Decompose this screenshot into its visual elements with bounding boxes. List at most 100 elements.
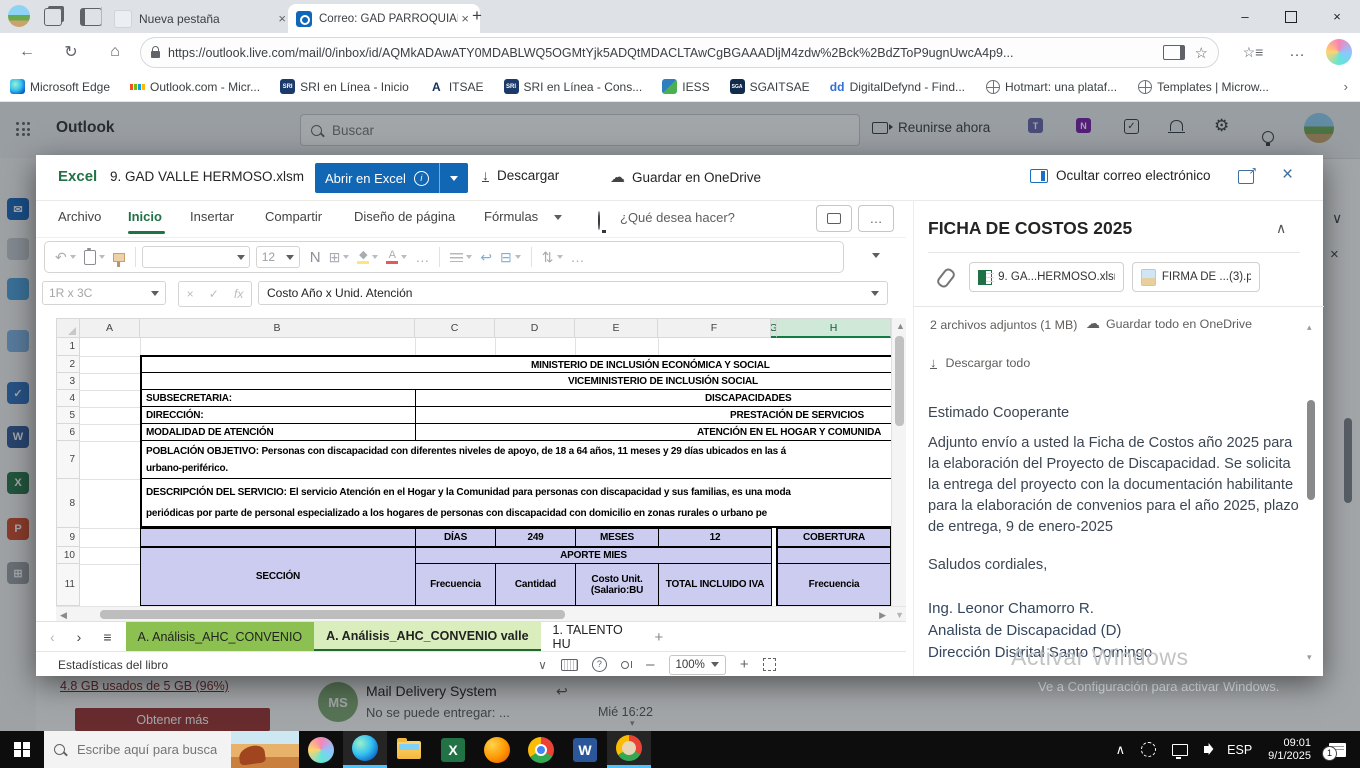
taskbar-word-icon[interactable]: W [563,731,607,768]
font-color-button[interactable]: A [386,250,407,264]
language-indicator[interactable]: ESP [1227,743,1252,757]
bookmark-item[interactable]: Templates | Microw... [1137,79,1269,94]
undo-button[interactable]: ↶ [55,249,76,266]
sheet-tab-3[interactable]: 1. TALENTO HU [541,622,649,652]
zoom-in-icon[interactable]: + [740,656,749,673]
tray-chevron-icon[interactable]: ∧ [1116,742,1126,758]
row-header-6[interactable]: 6 [56,424,80,441]
start-button[interactable] [0,731,44,768]
row-header-3[interactable]: 3 [56,373,80,390]
outlook-search-input[interactable] [330,122,849,139]
row-header-4[interactable]: 4 [56,390,80,407]
hide-email-button[interactable]: Ocultar correo electrónico [1030,168,1211,183]
open-in-excel-button[interactable]: Abrir en Excel [315,163,468,193]
sheet-tab-1[interactable]: A. Análisis_AHC_CONVENIO [126,622,315,652]
sheet-next-icon[interactable]: › [77,629,82,645]
refresh-button[interactable]: ↻ [56,37,86,67]
search-highlight-image[interactable] [231,731,299,768]
bookmark-item[interactable]: Outlook.com - Micr... [130,79,260,94]
zoom-out-icon[interactable]: – [646,656,654,673]
insert-function-icon[interactable]: fx [234,287,243,301]
sheet-prev-icon[interactable]: ‹ [50,629,55,645]
tab-close-icon[interactable]: × [458,11,472,26]
sort-filter-button[interactable]: ⇅ [542,249,563,266]
col-header-E[interactable]: E [575,318,658,338]
scroll-up-icon[interactable]: ▲ [896,321,905,331]
fill-color-button[interactable]: ◆ [357,250,378,264]
email-scrollbar-thumb[interactable] [1307,400,1315,500]
minimize-button[interactable]: – [1222,0,1268,33]
download-button[interactable]: ↓ Descargar [482,168,559,183]
url-field[interactable]: https://outlook.live.com/mail/0/inbox/id… [140,37,1219,68]
tab-correo-active[interactable]: Correo: GAD PARROQUIAL VALLE × [288,4,480,33]
onenote-icon[interactable]: N [1076,118,1091,133]
merge-cells-button[interactable]: ⊟ [500,249,521,266]
tab-nueva-pestana[interactable]: Nueva pestaña × [106,4,297,33]
row-header-9[interactable]: 9 [56,528,80,547]
row-header-11[interactable]: 11 [56,564,80,606]
todo-icon[interactable]: ✓ [1124,119,1139,134]
taskbar-copilot-icon[interactable] [299,731,343,768]
action-center-icon[interactable]: 1 [1329,743,1346,757]
taskbar-clock[interactable]: 09:01 9/1/2025 [1268,737,1311,763]
alignment-button[interactable] [450,253,472,262]
cell-frecuencia2[interactable]: Frecuencia [777,563,891,606]
notifications-bell-icon[interactable] [1170,120,1183,131]
formula-bar[interactable]: Costo Año x Unid. Atención [258,281,888,305]
ribbon-tabs-chevron-icon[interactable] [554,215,562,220]
cell-modalidad[interactable]: MODALIDAD DE ATENCIÓN ATENCIÓN EN EL HOG… [142,424,891,441]
col-header-D[interactable]: D [495,318,575,338]
popout-icon[interactable]: ↗ [1238,170,1254,184]
taskbar-edge-icon[interactable] [343,731,387,768]
close-button[interactable]: × [1314,0,1360,33]
col-header-H[interactable]: H [777,318,891,338]
ribbon-tab-formulas[interactable]: Fórmulas [484,209,538,224]
teams-icon[interactable]: T [1028,118,1043,133]
ribbon-more-button[interactable]: … [858,205,894,232]
open-in-excel-dropdown[interactable] [439,163,468,193]
workspaces-icon[interactable] [44,8,62,26]
cell-meses-value[interactable]: 12 [658,528,772,547]
favorites-hub-icon[interactable]: ☆≡ [1238,37,1268,67]
favorite-star-icon[interactable]: ☆ [1195,44,1208,62]
maximize-button[interactable] [1268,0,1314,33]
more-menu-icon[interactable]: … [1282,37,1312,67]
save-all-onedrive-link[interactable]: ☁ Guardar todo en OneDrive [1086,315,1252,332]
cell-direccion[interactable]: DIRECCIÓN: PRESTACIÓN DE SERVICIOS [142,407,891,424]
taskbar-search-input[interactable] [75,741,219,758]
bookmark-item[interactable]: Microsoft Edge [10,79,110,94]
taskbar-chrome-profile-icon[interactable] [607,731,651,768]
cell-descripcion[interactable]: DESCRIPCIÓN DEL SERVICIO: El servicio At… [142,479,891,528]
cell-aporte-mies[interactable]: APORTE MIES [415,547,772,564]
taskbar-firefox-icon[interactable] [475,731,519,768]
format-painter-button[interactable] [113,253,125,262]
font-name-select[interactable] [142,246,250,268]
status-chevron-icon[interactable]: ∨ [538,658,547,672]
browser-profile-avatar[interactable] [8,5,30,27]
wrap-text-button[interactable]: ↩ [480,249,492,266]
comments-button[interactable] [816,205,852,232]
sheet-list-icon[interactable]: ≡ [103,629,111,645]
bookmark-item[interactable]: Hotmart: una plataf... [985,79,1117,94]
font-size-select[interactable]: 12 [256,246,300,268]
col-header-C[interactable]: C [415,318,495,338]
settings-gear-icon[interactable]: ⚙ [1214,116,1229,136]
font-more-button[interactable]: … [415,249,429,265]
cell-dias-label[interactable]: DÍAS [415,528,496,547]
toolbar-more-button[interactable]: … [571,249,585,265]
new-tab-button[interactable]: + [472,6,482,26]
taskbar-explorer-icon[interactable] [387,731,431,768]
bookmark-item[interactable]: IESS [662,79,709,94]
row-header-8[interactable]: 8 [56,479,80,528]
cell-cantidad[interactable]: Cantidad [495,563,576,606]
cell-frecuencia1[interactable]: Frecuencia [415,563,496,606]
accessibility-icon[interactable] [621,661,632,669]
back-button[interactable]: ← [12,37,42,67]
tellme-text[interactable]: ¿Qué desea hacer? [620,210,735,225]
ribbon-tab-archivo[interactable]: Archivo [58,209,101,224]
row-header-7[interactable]: 7 [56,441,80,479]
volume-icon[interactable] [1204,746,1209,753]
toolbar-collapse-chevron[interactable] [872,253,880,258]
account-avatar[interactable] [1304,113,1334,143]
tips-lightbulb-icon[interactable] [1262,131,1274,143]
